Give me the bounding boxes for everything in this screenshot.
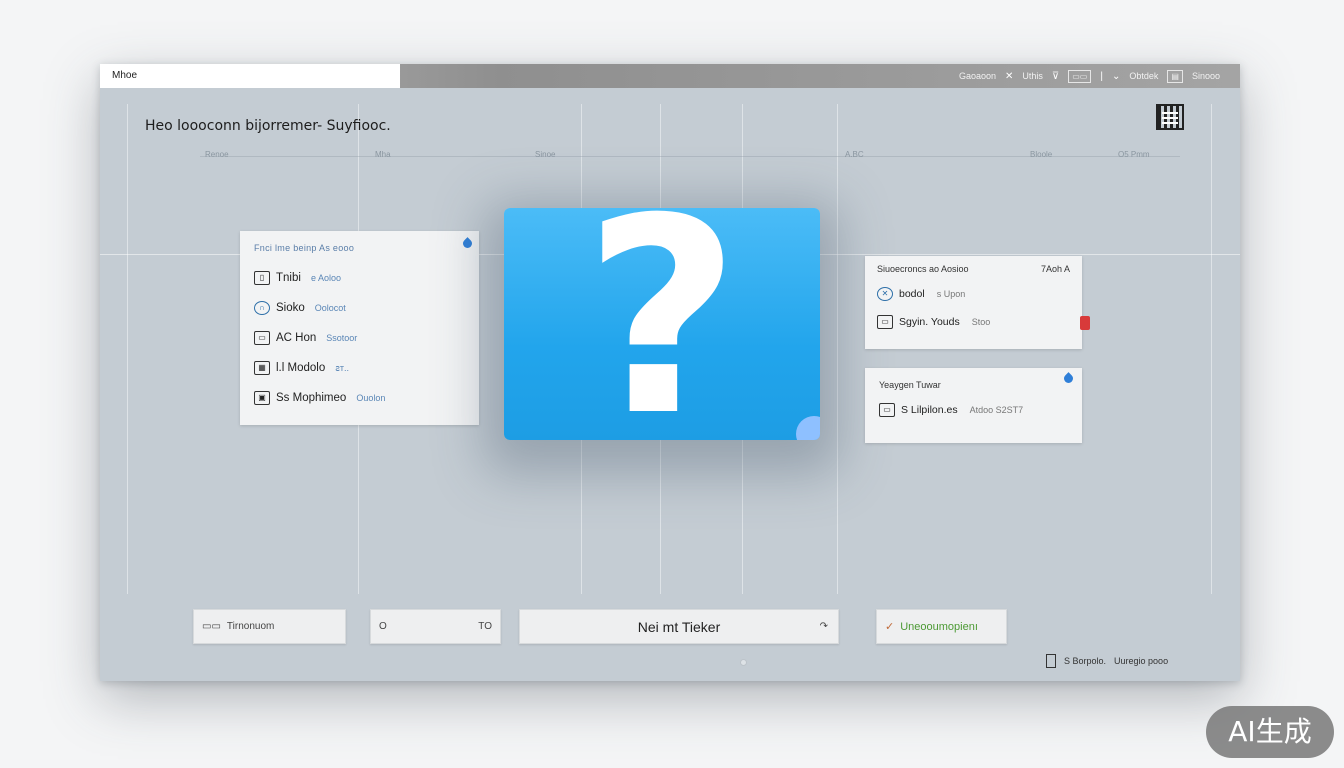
timeline-label: O5 Pmm xyxy=(1118,150,1150,159)
panel-title-row: Siuoecroncs ao Aosioo 7Aoh A xyxy=(877,264,1070,274)
button-label: Tirnonuom xyxy=(226,621,275,632)
alert-tag-icon xyxy=(1080,316,1090,330)
button-label: Uneooumopienı xyxy=(900,620,978,633)
page-indicator-dot[interactable] xyxy=(740,659,747,666)
left-info-panel: Fnci lme beinp As eooo ▯ Tnibi e Aoloo ∩… xyxy=(240,231,479,425)
list-item[interactable]: ✕ bodol s Upon xyxy=(877,280,1070,308)
list-item-label: Sgyin. Youds xyxy=(899,316,960,328)
button-label: Nei mt Tieker xyxy=(637,618,721,635)
timeline-label: Mha xyxy=(375,150,391,159)
toggle-icon[interactable]: ▭▭ xyxy=(1068,69,1092,83)
right-info-panel-1: Siuoecroncs ao Aosioo 7Aoh A ✕ bodol s U… xyxy=(865,256,1082,349)
timeline-label: Bloole xyxy=(1030,150,1053,159)
circle-icon: ∩ xyxy=(254,301,270,315)
confirm-button[interactable]: ✓ Uneooumopienı xyxy=(876,609,1007,644)
toolbar-item-2[interactable]: Uthis xyxy=(1022,71,1043,81)
list-item[interactable]: ▦ l.l Modolo ꙅᴛ.. xyxy=(254,353,465,383)
footer-right: Uuregio pooo xyxy=(1114,656,1169,666)
calendar-icon: ▦ xyxy=(254,361,270,375)
list-item-label: Sioko xyxy=(276,302,305,314)
question-mark-icon: ? xyxy=(583,208,741,440)
button-label-right: TO xyxy=(478,621,492,632)
window-icon: ▭ xyxy=(877,315,893,329)
filter-icon[interactable]: ⊽ xyxy=(1052,71,1059,82)
right-info-panel-2: Yeaygen Tuwar ▭ S Lilpilon.es Atdoo S2ST… xyxy=(865,368,1082,443)
footer-status: S Borpolo. Uuregio pooo xyxy=(1046,654,1168,668)
footer-left: S Borpolo. xyxy=(1064,656,1107,666)
archive-icon: ▣ xyxy=(254,391,270,405)
list-item-sub: Ouolon xyxy=(356,393,386,403)
grid-line xyxy=(1211,104,1212,594)
toolbar-item-3[interactable]: Obtdek xyxy=(1129,71,1158,81)
grid-icon[interactable]: ▤ xyxy=(1167,69,1183,83)
list-item-label: AC Hon xyxy=(276,332,317,344)
list-item[interactable]: ▣ Ss Mophimeo Ouolon xyxy=(254,383,465,413)
toolbar-item-4[interactable]: Sinooo xyxy=(1192,71,1220,81)
app-title: Mhoe xyxy=(100,64,400,88)
panel-title: Fnci lme beinp As eooo xyxy=(254,243,355,253)
list-item-meta: Stoo xyxy=(971,317,991,327)
qr-code-icon[interactable] xyxy=(1156,104,1184,130)
list-item-label: bodol xyxy=(899,288,925,300)
list-item-label: S Lilpilon.es xyxy=(901,404,958,416)
list-item-label: Ss Mophimeo xyxy=(276,392,347,404)
book-icon: ▯ xyxy=(254,271,270,285)
list-item-meta: s Upon xyxy=(936,289,966,299)
list-item-label: l.l Modolo xyxy=(276,362,326,374)
list-item[interactable]: ▭ AC Hon Ssotoor xyxy=(254,323,465,353)
list-item-label: Tnibi xyxy=(276,272,301,284)
tirnonuom-button[interactable]: ▭▭ Tirnonuom xyxy=(193,609,346,644)
timeline-label: A.BC xyxy=(845,150,864,159)
title-bar: Mhoe Gaoaoon ✕ Uthis ⊽ ▭▭ | ⌄ Obtdek ▤ S… xyxy=(100,64,1240,88)
panel-title: Yeaygen Tuwar xyxy=(879,380,941,390)
list-item[interactable]: ∩ Sioko Oolocot xyxy=(254,293,465,323)
timeline-bar: Renoe Mha Sinoe A.BC Bloole O5 Pmm xyxy=(200,150,1180,164)
list-item-sub: Oolocot xyxy=(314,303,346,313)
primary-action-button[interactable]: Nei mt Tieker ↷ xyxy=(519,609,839,644)
button-label-left: O xyxy=(379,621,387,632)
panel-title-row: Yeaygen Tuwar xyxy=(879,380,1068,390)
toolbar-item-1[interactable]: Gaoaoon xyxy=(959,71,996,81)
toolbar-right: Gaoaoon ✕ Uthis ⊽ ▭▭ | ⌄ Obtdek ▤ Sinooo xyxy=(959,64,1220,88)
list-item-sub: ꙅᴛ.. xyxy=(335,362,350,373)
panel-title: Siuoecroncs ao Aosioo xyxy=(877,264,969,274)
list-item-meta: Atdoo S2ST7 xyxy=(969,405,1024,415)
app-window: Mhoe Gaoaoon ✕ Uthis ⊽ ▭▭ | ⌄ Obtdek ▤ S… xyxy=(100,64,1240,681)
close-circle-icon: ✕ xyxy=(877,287,893,301)
list-item-sub: Ssotoor xyxy=(326,333,358,343)
redo-arrow-icon: ↷ xyxy=(819,621,828,632)
timeline-label: Sinoe xyxy=(535,150,556,159)
document-icon xyxy=(1046,654,1056,668)
list-item[interactable]: ▭ S Lilpilon.es Atdoo S2ST7 xyxy=(879,396,1068,424)
divider-icon: | xyxy=(1100,70,1103,82)
grid-line xyxy=(837,104,838,594)
grid-line xyxy=(127,104,128,594)
list-item-sub: e Aoloo xyxy=(310,273,341,283)
list-item[interactable]: ▭ Sgyin. Youds Stoo xyxy=(877,308,1070,336)
checkmark-icon: ✓ xyxy=(885,621,895,633)
ai-generated-badge: AI生成 xyxy=(1206,706,1334,758)
folder-icon: ▭ xyxy=(879,403,895,417)
secondary-button[interactable]: O TO xyxy=(370,609,501,644)
help-question-card[interactable]: ? xyxy=(504,208,820,440)
panel-title-extra: 7Aoh A xyxy=(1040,264,1070,274)
keyboard-icon: ▭▭ xyxy=(202,621,221,632)
timeline-label: Renoe xyxy=(205,150,229,159)
page-headline: Heo loooconn bijorremer- Suyfiooc. xyxy=(145,118,391,134)
list-item[interactable]: ▯ Tnibi e Aoloo xyxy=(254,263,465,293)
folder-icon: ▭ xyxy=(254,331,270,345)
chevron-down-icon[interactable]: ⌄ xyxy=(1112,71,1120,82)
close-x-icon[interactable]: ✕ xyxy=(1005,71,1013,82)
